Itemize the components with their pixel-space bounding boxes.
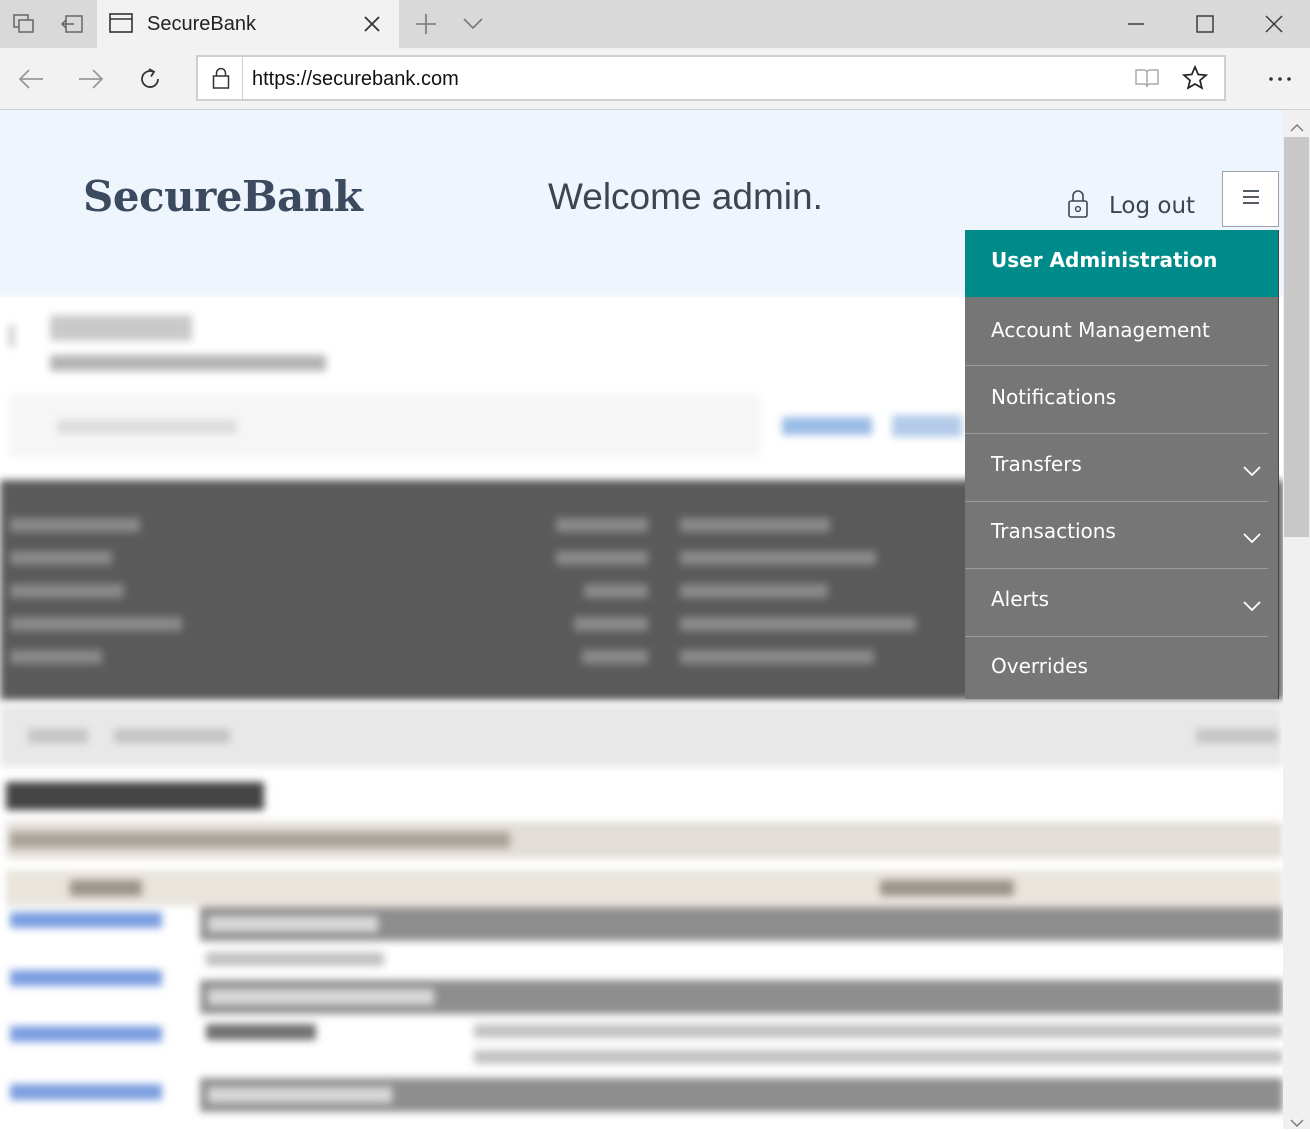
new-tab-icon[interactable] (405, 0, 447, 48)
minimize-icon[interactable] (1112, 0, 1160, 48)
back-arrow-icon[interactable] (6, 48, 56, 110)
navigation-dropdown-menu: User Administration Account Management N… (965, 230, 1279, 699)
page-icon (109, 13, 133, 37)
chevron-down-icon[interactable] (1243, 596, 1261, 615)
set-tabs-aside-icon[interactable] (48, 0, 96, 48)
padlock-icon (1067, 189, 1089, 223)
sort-bar-blurred (0, 705, 1283, 767)
menu-item-overrides[interactable]: Overrides (965, 637, 1279, 699)
menu-item-label: Transfers (991, 452, 1082, 476)
menu-edge (1278, 230, 1279, 699)
menu-item-transfers[interactable]: Transfers (965, 434, 1279, 501)
scrollbar-thumb[interactable] (1284, 137, 1309, 537)
menu-item-label: Overrides (991, 654, 1088, 678)
url-text: https://securebank.com (252, 68, 459, 90)
blurred-search-box (10, 395, 760, 457)
logout-button[interactable]: Log out (1067, 186, 1195, 226)
blurred-filters-link (782, 417, 872, 435)
menu-item-transactions[interactable]: Transactions (965, 502, 1279, 569)
menu-item-label: Account Management (991, 318, 1210, 342)
url-separator (242, 57, 243, 99)
menu-item-label: Notifications (991, 385, 1117, 409)
close-window-icon[interactable] (1250, 0, 1298, 48)
forward-arrow-icon[interactable] (66, 48, 116, 110)
welcome-message: Welcome admin. (548, 176, 823, 217)
page-viewport: SecureBank Welcome admin. Log out User A… (0, 110, 1283, 1129)
page-scrollbar[interactable] (1283, 110, 1310, 1129)
browser-tab-bar: SecureBank (0, 0, 1310, 48)
blurred-export-link (892, 415, 962, 437)
browser-address-bar: https://securebank.com (0, 48, 1310, 110)
more-options-icon[interactable] (1255, 48, 1305, 110)
reading-view-icon[interactable] (1134, 67, 1160, 93)
maximize-icon[interactable] (1181, 0, 1229, 48)
tab-list-icon[interactable] (0, 0, 48, 48)
menu-item-account-management[interactable]: Account Management (965, 297, 1279, 364)
blurred-account-name (50, 315, 192, 341)
chevron-down-icon[interactable] (1243, 528, 1261, 547)
lock-icon (212, 67, 230, 93)
brand-logo[interactable]: SecureBank (83, 172, 363, 221)
back-chevron-icon (10, 325, 24, 347)
blurred-last-updated (50, 355, 326, 371)
tab-preview-chevron-down-icon[interactable] (452, 0, 494, 48)
refresh-icon[interactable] (125, 48, 175, 110)
url-field[interactable]: https://securebank.com (196, 55, 1226, 101)
scroll-up-arrow-icon[interactable] (1290, 117, 1304, 136)
chevron-down-icon[interactable] (1243, 461, 1261, 480)
hamburger-icon (1242, 189, 1260, 209)
menu-item-label: User Administration (991, 248, 1218, 272)
tab-title: SecureBank (147, 13, 256, 35)
menu-item-alerts[interactable]: Alerts (965, 569, 1279, 636)
menu-item-notifications[interactable]: Notifications (965, 366, 1279, 433)
scroll-down-arrow-icon[interactable] (1290, 1113, 1304, 1132)
menu-item-label: Alerts (991, 587, 1050, 611)
menu-item-label: Transactions (991, 519, 1116, 543)
menu-item-user-administration[interactable]: User Administration (965, 230, 1279, 297)
logout-label: Log out (1109, 193, 1196, 219)
browser-tab-active[interactable]: SecureBank (97, 0, 399, 48)
favorite-star-icon[interactable] (1181, 64, 1209, 95)
menu-toggle-button[interactable] (1222, 171, 1279, 227)
close-tab-icon[interactable] (363, 15, 381, 37)
